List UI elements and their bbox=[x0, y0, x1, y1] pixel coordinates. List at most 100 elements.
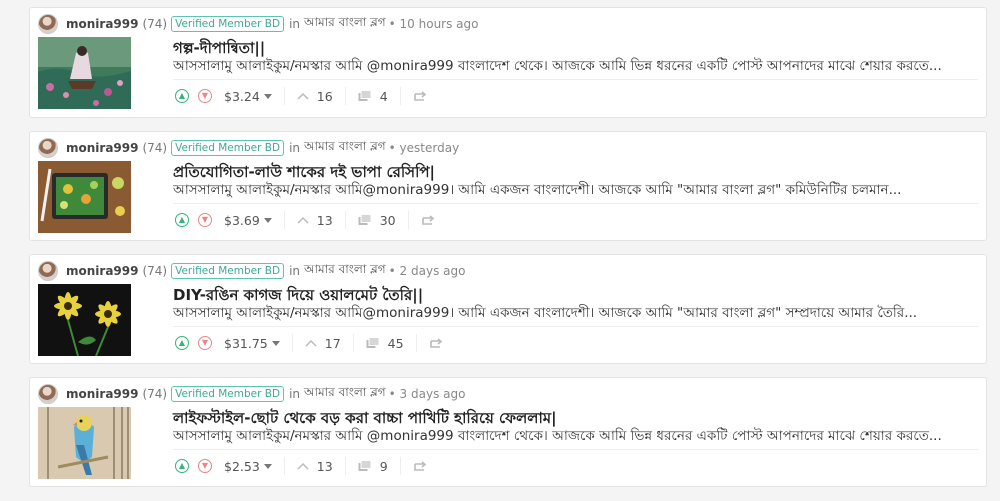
author-reputation: (74) bbox=[142, 141, 168, 155]
in-label: in bbox=[289, 17, 301, 31]
divider bbox=[283, 457, 285, 475]
avatar[interactable] bbox=[38, 384, 58, 404]
post-thumbnail[interactable] bbox=[38, 161, 131, 233]
divider bbox=[173, 79, 978, 80]
post-header: monira999 (74) Verified Member BD in আমা… bbox=[38, 13, 479, 35]
upvote-icon[interactable]: ▲ bbox=[175, 336, 189, 350]
upvote-count-icon[interactable] bbox=[297, 92, 309, 100]
post-thumbnail[interactable] bbox=[38, 37, 131, 109]
divider bbox=[344, 211, 346, 229]
post-time: • yesterday bbox=[388, 141, 460, 155]
post-excerpt[interactable]: আসসালামু আলাইকুম/নমস্কার আমি @monira999 … bbox=[173, 425, 973, 448]
post-excerpt[interactable]: আসসালামু আলাইকুম/নমস্কার আমি @monira999 … bbox=[173, 55, 973, 78]
post-footer: ▲ ▼ $31.75 17 45 bbox=[175, 334, 443, 352]
upvote-count-icon[interactable] bbox=[305, 339, 317, 347]
payout-value[interactable]: $2.53 bbox=[224, 459, 260, 474]
author-reputation: (74) bbox=[142, 17, 168, 31]
in-label: in bbox=[289, 387, 301, 401]
verified-badge: Verified Member BD bbox=[171, 386, 285, 402]
upvote-count-icon[interactable] bbox=[297, 216, 309, 224]
upvote-icon[interactable]: ▲ bbox=[175, 459, 189, 473]
vote-count[interactable]: 16 bbox=[317, 89, 333, 104]
post-card[interactable]: monira999 (74) Verified Member BD in আমা… bbox=[29, 7, 987, 118]
divider bbox=[291, 334, 293, 352]
author-name[interactable]: monira999 bbox=[66, 141, 138, 155]
reblog-icon[interactable] bbox=[429, 337, 443, 349]
post-footer: ▲ ▼ $3.24 16 4 bbox=[175, 87, 427, 105]
upvote-count-icon[interactable] bbox=[297, 462, 309, 470]
community-link[interactable]: আমার বাংলা ব্লগ bbox=[304, 261, 386, 281]
post-excerpt[interactable]: আসসালামু আলাইকুম/নমস্কার আমি@monira999। … bbox=[173, 179, 973, 202]
post-card[interactable]: monira999 (74) Verified Member BD in আমা… bbox=[29, 377, 987, 487]
post-thumbnail[interactable] bbox=[38, 407, 131, 479]
chevron-down-icon[interactable] bbox=[263, 93, 272, 99]
downvote-icon[interactable]: ▼ bbox=[198, 89, 212, 103]
comment-count[interactable]: 4 bbox=[380, 89, 388, 104]
reblog-icon[interactable] bbox=[421, 214, 435, 226]
upvote-icon[interactable]: ▲ bbox=[175, 89, 189, 103]
reblog-icon[interactable] bbox=[413, 460, 427, 472]
author-reputation: (74) bbox=[142, 264, 168, 278]
vote-count[interactable]: 13 bbox=[317, 213, 333, 228]
community-link[interactable]: আমার বাংলা ব্লগ bbox=[304, 138, 386, 158]
comment-count[interactable]: 9 bbox=[380, 459, 388, 474]
chevron-down-icon[interactable] bbox=[263, 463, 272, 469]
payout-value[interactable]: $3.69 bbox=[224, 213, 260, 228]
post-time: • 10 hours ago bbox=[388, 17, 479, 31]
post-excerpt[interactable]: আসসালামু আলাইকুম/নমস্কার আমি@monira999। … bbox=[173, 302, 973, 325]
comment-icon[interactable] bbox=[358, 90, 372, 102]
downvote-icon[interactable]: ▼ bbox=[198, 459, 212, 473]
upvote-icon[interactable]: ▲ bbox=[175, 213, 189, 227]
in-label: in bbox=[289, 264, 301, 278]
post-footer: ▲ ▼ $2.53 13 9 bbox=[175, 457, 427, 475]
divider bbox=[173, 326, 978, 327]
reblog-icon[interactable] bbox=[413, 90, 427, 102]
vote-count[interactable]: 13 bbox=[317, 459, 333, 474]
post-footer: ▲ ▼ $3.69 13 30 bbox=[175, 211, 435, 229]
post-thumbnail[interactable] bbox=[38, 284, 131, 356]
verified-badge: Verified Member BD bbox=[171, 140, 285, 156]
verified-badge: Verified Member BD bbox=[171, 263, 285, 279]
downvote-icon[interactable]: ▼ bbox=[198, 336, 212, 350]
payout-value[interactable]: $3.24 bbox=[224, 89, 260, 104]
post-card[interactable]: monira999 (74) Verified Member BD in আমা… bbox=[29, 254, 987, 364]
divider bbox=[399, 457, 401, 475]
avatar[interactable] bbox=[38, 14, 58, 34]
author-reputation: (74) bbox=[142, 387, 168, 401]
comment-count[interactable]: 30 bbox=[380, 213, 396, 228]
divider bbox=[415, 334, 417, 352]
comment-icon[interactable] bbox=[358, 460, 372, 472]
divider bbox=[173, 203, 978, 204]
author-name[interactable]: monira999 bbox=[66, 264, 138, 278]
payout-value[interactable]: $31.75 bbox=[224, 336, 268, 351]
post-header: monira999 (74) Verified Member BD in আমা… bbox=[38, 383, 465, 405]
author-name[interactable]: monira999 bbox=[66, 17, 138, 31]
in-label: in bbox=[289, 141, 301, 155]
divider bbox=[283, 211, 285, 229]
divider bbox=[399, 87, 401, 105]
post-header: monira999 (74) Verified Member BD in আমা… bbox=[38, 260, 465, 282]
comment-count[interactable]: 45 bbox=[388, 336, 404, 351]
post-time: • 2 days ago bbox=[388, 264, 466, 278]
post-header: monira999 (74) Verified Member BD in আমা… bbox=[38, 137, 459, 159]
downvote-icon[interactable]: ▼ bbox=[198, 213, 212, 227]
chevron-down-icon[interactable] bbox=[263, 217, 272, 223]
divider bbox=[173, 449, 978, 450]
avatar[interactable] bbox=[38, 138, 58, 158]
divider bbox=[344, 457, 346, 475]
avatar[interactable] bbox=[38, 261, 58, 281]
comment-icon[interactable] bbox=[358, 214, 372, 226]
divider bbox=[283, 87, 285, 105]
verified-badge: Verified Member BD bbox=[171, 16, 285, 32]
vote-count[interactable]: 17 bbox=[325, 336, 341, 351]
post-time: • 3 days ago bbox=[388, 387, 466, 401]
author-name[interactable]: monira999 bbox=[66, 387, 138, 401]
chevron-down-icon[interactable] bbox=[271, 340, 280, 346]
community-link[interactable]: আমার বাংলা ব্লগ bbox=[304, 384, 386, 404]
divider bbox=[407, 211, 409, 229]
comment-icon[interactable] bbox=[366, 337, 380, 349]
divider bbox=[344, 87, 346, 105]
divider bbox=[352, 334, 354, 352]
post-card[interactable]: monira999 (74) Verified Member BD in আমা… bbox=[29, 131, 987, 241]
community-link[interactable]: আমার বাংলা ব্লগ bbox=[304, 14, 386, 34]
